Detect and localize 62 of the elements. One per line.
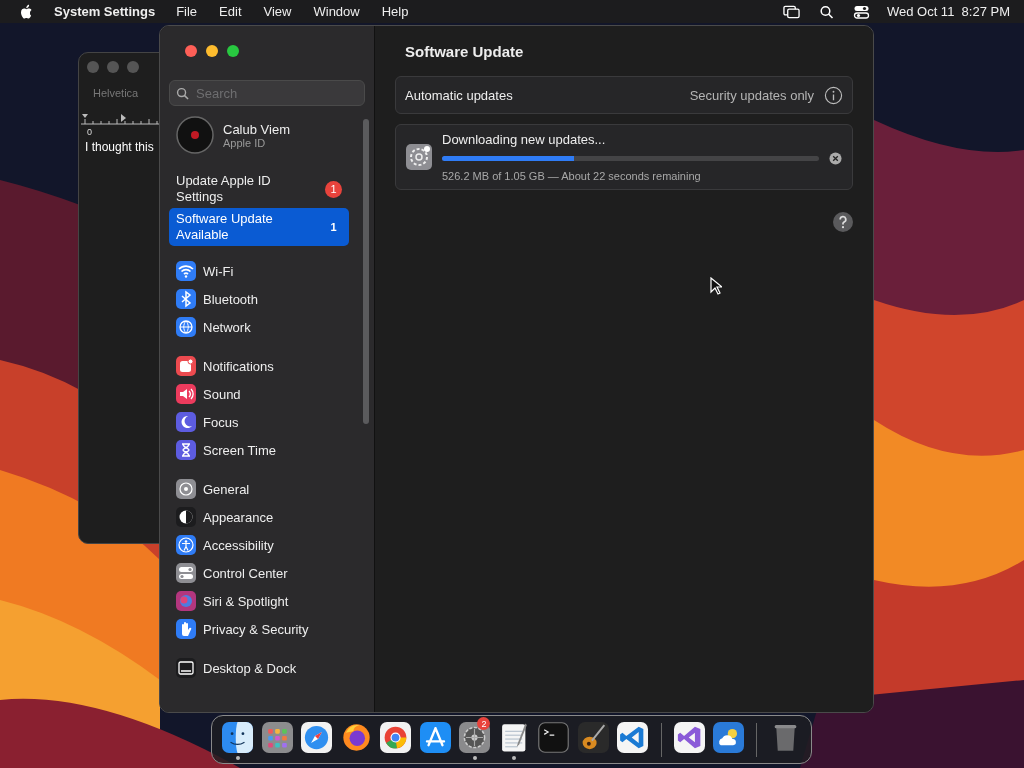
apple-logo-icon[interactable] — [20, 3, 34, 20]
notice-item[interactable]: Software Update Available 1 — [169, 208, 349, 246]
clock[interactable]: Wed Oct 11 8:27 PM — [886, 4, 1010, 19]
document-text: I thought this — [85, 140, 154, 154]
compass-icon[interactable] — [301, 722, 333, 753]
sidebar-item[interactable]: Bluetooth — [169, 285, 365, 313]
search-icon — [176, 87, 189, 100]
help-icon[interactable] — [833, 212, 853, 232]
code-editor-icon[interactable] — [617, 722, 649, 753]
ide-tile-icon[interactable] — [673, 722, 705, 753]
sidebar-item[interactable]: Network — [169, 313, 365, 341]
sidebar-item[interactable]: Appearance — [169, 503, 365, 531]
sidebar-item[interactable]: Siri & Spotlight — [169, 587, 365, 615]
sidebar-item[interactable]: Focus — [169, 408, 365, 436]
scrollbar[interactable] — [363, 119, 369, 424]
letter-a-tile-icon[interactable] — [419, 722, 451, 753]
page-title: Software Update — [405, 43, 525, 60]
font-menu[interactable]: Helvetica — [93, 87, 139, 99]
menu-item[interactable]: Help — [381, 4, 409, 19]
toggles-icon[interactable] — [852, 4, 870, 19]
guitar-icon[interactable] — [577, 722, 609, 753]
menu-item[interactable]: View — [263, 4, 292, 19]
setting-value: Security updates only — [689, 87, 814, 103]
ruler-label: 0 — [87, 127, 92, 137]
fox-icon[interactable] — [340, 722, 372, 753]
sidebar-item[interactable]: Accessibility — [169, 531, 365, 559]
close-icon[interactable] — [829, 152, 842, 165]
sidebar-item[interactable]: Wi-Fi — [169, 257, 365, 285]
sidebar-item[interactable]: Desktop & Dock — [169, 654, 365, 682]
cursor-icon — [710, 277, 722, 295]
windows-icon[interactable] — [782, 4, 800, 19]
sidebar-item[interactable]: General — [169, 475, 365, 503]
setting-label: Automatic updates — [405, 87, 513, 103]
zoom-icon[interactable] — [227, 45, 239, 57]
face-tile-icon[interactable] — [222, 722, 254, 753]
sidebar-item[interactable]: Sound — [169, 380, 365, 408]
browser-ring-icon[interactable] — [380, 722, 412, 753]
avatar-icon[interactable] — [176, 116, 214, 154]
menu-item[interactable]: File — [176, 4, 198, 19]
cloud-sun-icon[interactable] — [713, 722, 745, 753]
running-indicator — [235, 756, 240, 760]
download-title: Downloading new updates... — [442, 132, 607, 147]
gear-icon — [406, 144, 432, 170]
sidebar-item[interactable]: Screen Time — [169, 436, 365, 464]
menu-item[interactable]: Window — [313, 4, 360, 19]
grid-icon[interactable] — [261, 722, 293, 753]
account-name[interactable]: Calub Viem — [223, 121, 290, 137]
app-menu[interactable]: System Settings — [54, 4, 156, 19]
gear-tile-icon[interactable] — [459, 722, 491, 753]
account-subtitle: Apple ID — [223, 136, 267, 149]
sidebar-item[interactable]: Privacy & Security — [169, 615, 365, 643]
terminal-icon[interactable] — [538, 722, 570, 753]
close-icon[interactable] — [185, 45, 197, 57]
running-indicator — [512, 756, 517, 760]
sidebar-item[interactable]: Notifications — [169, 352, 365, 380]
menu-item[interactable]: Edit — [219, 4, 242, 19]
info-icon[interactable] — [824, 85, 843, 105]
running-indicator — [472, 756, 477, 760]
sidebar-item[interactable]: Control Center — [169, 559, 365, 587]
download-status: 526.2 MB of 1.05 GB — About 22 seconds remaining — [442, 170, 702, 182]
notice-item[interactable]: Update Apple ID Settings 1 — [169, 170, 349, 208]
minimize-icon[interactable] — [206, 45, 218, 57]
